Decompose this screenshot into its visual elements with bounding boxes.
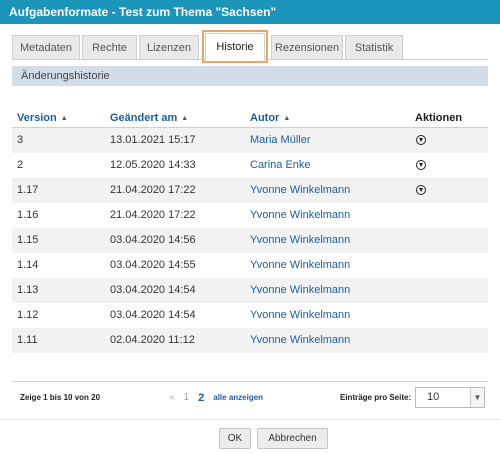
history-table: Version ▲︎ Geändert am ▲︎ Autor ▲︎ Aktio…: [12, 110, 488, 360]
table-row: 1.1002.04.2020 11:11Yvonne Winkelmann: [12, 353, 488, 360]
tab-rechte[interactable]: Rechte: [82, 35, 137, 60]
cancel-button[interactable]: Abbrechen: [257, 428, 328, 449]
tab-bar: Metadaten Rechte Lizenzen Historie Rezen…: [12, 30, 405, 63]
tab-metadaten[interactable]: Metadaten: [12, 35, 80, 60]
author-link[interactable]: Yvonne Winkelmann: [250, 253, 415, 278]
column-header-actions: Aktionen: [415, 112, 463, 124]
page-size-select[interactable]: 10 ▼︎: [415, 387, 485, 408]
author-link[interactable]: Yvonne Winkelmann: [250, 278, 415, 303]
date-cell: 03.04.2020 14:54: [110, 284, 196, 296]
table-row: 1.17 21.04.2020 17:22 Yvonne Winkelmann: [12, 178, 488, 203]
author-link[interactable]: Carina Enke: [250, 153, 415, 178]
date-cell: 21.04.2020 17:22: [110, 184, 196, 196]
table-row: 1.12 03.04.2020 14:54 Yvonne Winkelmann: [12, 303, 488, 328]
column-header-author-label: Autor: [250, 112, 280, 124]
page-size-value: 10: [427, 391, 440, 403]
date-cell: 03.04.2020 14:55: [110, 259, 196, 271]
column-header-author[interactable]: Autor ▲︎: [250, 110, 415, 127]
table-row: 1.14 03.04.2020 14:55 Yvonne Winkelmann: [12, 253, 488, 278]
sort-icon: ▲︎: [283, 115, 291, 122]
author-link[interactable]: Yvonne Winkelmann: [250, 228, 415, 253]
author-link[interactable]: Yvonne Winkelmann: [250, 178, 415, 203]
date-cell: 21.04.2020 17:22: [110, 209, 196, 221]
version-cell: 1.16: [17, 209, 39, 221]
window-title: Aufgabenformate - Test zum Thema "Sachse…: [0, 0, 500, 24]
sort-icon: ▲︎: [60, 115, 68, 122]
download-icon[interactable]: [416, 185, 426, 196]
version-cell: 1.12: [17, 309, 39, 321]
version-cell: 2: [17, 159, 24, 171]
column-header-changed-label: Geändert am: [110, 112, 178, 124]
version-cell: 1.14: [17, 259, 39, 271]
actions-cell: [415, 153, 488, 178]
page-1-link[interactable]: 1: [184, 386, 190, 410]
version-cell: 1.17: [17, 184, 39, 196]
table-row: 3 13.01.2021 15:17 Maria Müller: [12, 128, 488, 153]
date-cell: 12.05.2020 14:33: [110, 159, 196, 171]
table-header: Version ▲︎ Geändert am ▲︎ Autor ▲︎ Aktio…: [12, 110, 488, 128]
section-title: Änderungshistorie: [12, 66, 488, 86]
version-cell: 3: [17, 134, 24, 146]
date-cell: 03.04.2020 14:54: [110, 309, 196, 321]
actions-cell: [415, 178, 488, 203]
download-icon[interactable]: [416, 135, 426, 146]
date-cell: 02.04.2020 11:12: [110, 334, 195, 346]
tab-rezensionen[interactable]: Rezensionen: [271, 35, 343, 60]
previous-page-button[interactable]: «: [169, 386, 175, 410]
version-cell: 1.11: [17, 334, 38, 346]
download-icon[interactable]: [416, 160, 426, 171]
sort-icon: ▲︎: [181, 115, 189, 122]
actions-cell: [415, 128, 488, 153]
dialog-footer-divider: [0, 419, 500, 420]
table-row: 1.16 21.04.2020 17:22 Yvonne Winkelmann: [12, 203, 488, 228]
table-footer-divider: [12, 381, 488, 382]
page-size-label: Einträge pro Seite:: [340, 393, 412, 402]
date-cell: 03.04.2020 14:56: [110, 234, 196, 246]
page-2-current[interactable]: 2: [198, 386, 204, 410]
author-link[interactable]: Yvonne Winkelmann: [250, 328, 415, 353]
date-cell: 13.01.2021 15:17: [110, 134, 196, 146]
table-row: 1.13 03.04.2020 14:54 Yvonne Winkelmann: [12, 278, 488, 303]
author-link[interactable]: Yvonne Winkelmann: [250, 303, 415, 328]
version-cell: 1.13: [17, 284, 39, 296]
date-cell: 02.04.2020 11:11: [110, 353, 250, 360]
column-header-changed[interactable]: Geändert am ▲︎: [110, 110, 250, 127]
table-body: 3 13.01.2021 15:17 Maria Müller 2 12.05.2020…: [12, 128, 488, 360]
version-cell: 1.10: [12, 353, 110, 360]
author-link[interactable]: Maria Müller: [250, 128, 415, 153]
pagination-info: Zeige 1 bis 10 von 20: [20, 393, 101, 402]
version-cell: 1.15: [17, 234, 39, 246]
page-navigation: « 1 2 alle anzeigen: [169, 386, 263, 410]
pagination: Zeige 1 bis 10 von 20 « 1 2 alle anzeige…: [12, 386, 488, 410]
table-row: 2 12.05.2020 14:33 Carina Enke: [12, 153, 488, 178]
tab-statistik[interactable]: Statistik: [345, 35, 403, 60]
tab-historie[interactable]: Historie: [202, 30, 268, 63]
tab-lizenzen[interactable]: Lizenzen: [139, 35, 199, 60]
chevron-down-icon: ▼︎: [470, 388, 484, 407]
author-link[interactable]: Yvonne Winkelmann: [250, 353, 415, 360]
ok-button[interactable]: OK: [219, 428, 251, 449]
table-row: 1.15 03.04.2020 14:56 Yvonne Winkelmann: [12, 228, 488, 253]
column-header-version[interactable]: Version ▲︎: [12, 110, 110, 127]
show-all-link[interactable]: alle anzeigen: [213, 386, 263, 410]
column-header-version-label: Version: [17, 112, 57, 124]
author-link[interactable]: Yvonne Winkelmann: [250, 203, 415, 228]
table-row: 1.11 02.04.2020 11:12 Yvonne Winkelmann: [12, 328, 488, 353]
